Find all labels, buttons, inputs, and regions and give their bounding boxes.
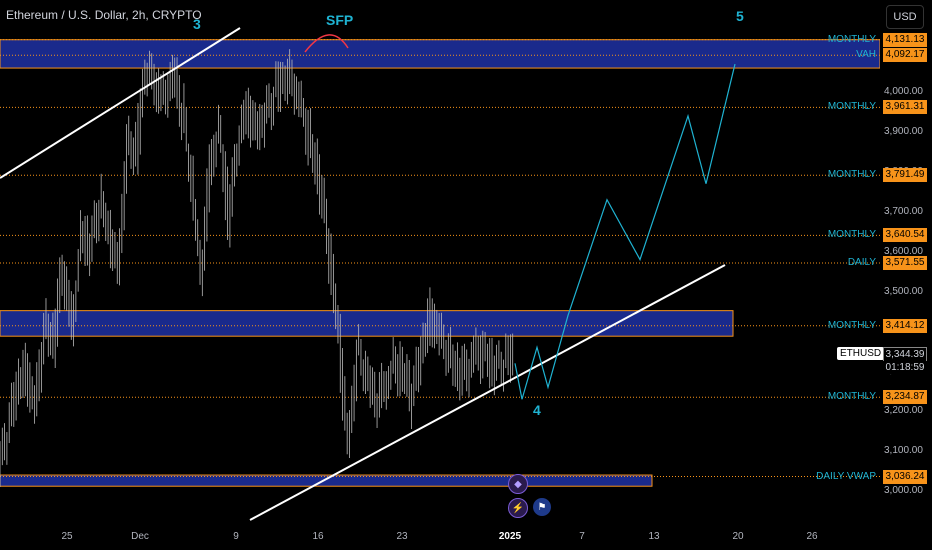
currency-button[interactable]: USD xyxy=(886,5,924,29)
level-price: 3,036.24 xyxy=(883,469,927,484)
price-axis[interactable] xyxy=(880,0,932,550)
level-tag: MONTHLY xyxy=(827,319,876,331)
y-tick-label: 3,100.00 xyxy=(884,445,923,457)
lightning-icon[interactable]: ⚡ xyxy=(508,498,528,518)
level-price: 3,414.12 xyxy=(883,318,927,333)
level-tag: MONTHLY xyxy=(827,169,876,181)
level-tag: MONTHLY xyxy=(827,391,876,403)
ticker-label: ETHUSD xyxy=(837,347,885,360)
level-price: 3,234.87 xyxy=(883,390,927,405)
x-tick-label: 16 xyxy=(312,531,324,542)
level-price: 3,640.54 xyxy=(883,228,927,243)
x-tick-label: 2025 xyxy=(498,531,522,542)
y-tick-label: 3,000.00 xyxy=(884,485,923,496)
x-tick-label: 20 xyxy=(732,531,744,542)
y-tick-label: 3,700.00 xyxy=(884,205,923,217)
zone-box[interactable] xyxy=(0,39,881,69)
us-flag-icon[interactable]: ⚑ xyxy=(533,498,551,516)
current-price: 3,344.39 xyxy=(883,347,927,362)
event-icon[interactable]: ◆ xyxy=(508,474,528,494)
wave-3-label: 3 xyxy=(193,16,201,32)
level-tag: MONTHLY xyxy=(827,101,876,113)
x-tick-label: 7 xyxy=(579,531,585,542)
candle-countdown: 01:18:59 xyxy=(883,361,927,374)
level-price: 3,571.55 xyxy=(883,255,927,270)
x-tick-label: 9 xyxy=(233,531,239,542)
level-tag: MONTHLY xyxy=(827,229,876,241)
x-tick-label: 25 xyxy=(61,531,73,542)
x-tick-label: Dec xyxy=(131,531,149,542)
zone-box[interactable] xyxy=(0,474,653,487)
y-tick-label: 3,500.00 xyxy=(884,285,923,297)
x-tick-label: 13 xyxy=(648,531,660,542)
price-chart[interactable] xyxy=(0,0,932,550)
zone-box[interactable] xyxy=(0,310,734,337)
level-price: 4,092.17 xyxy=(883,48,927,63)
x-tick-label: 23 xyxy=(396,531,408,542)
x-tick-label: 26 xyxy=(806,531,818,542)
level-price: 4,131.13 xyxy=(883,32,927,47)
projection-path[interactable] xyxy=(514,63,736,400)
level-price: 3,791.49 xyxy=(883,168,927,183)
y-tick-label: 3,600.00 xyxy=(884,245,923,257)
level-tag: DAILY xyxy=(847,256,876,268)
sfp-label: SFP xyxy=(326,12,354,28)
y-tick-label: 3,200.00 xyxy=(884,405,923,417)
wave-5-label: 5 xyxy=(736,8,744,24)
y-tick-label: 4,000.00 xyxy=(884,86,923,97)
wave-4-label: 4 xyxy=(533,402,541,418)
level-tag: DAILY VWAP xyxy=(816,470,876,482)
y-tick-label: 3,900.00 xyxy=(884,125,923,137)
chart-title: Ethereum / U.S. Dollar, 2h, CRYPTO xyxy=(6,8,202,22)
level-tag: VAH xyxy=(856,49,876,61)
level-price: 3,961.31 xyxy=(883,100,927,115)
level-tag: MONTHLY xyxy=(827,33,876,45)
